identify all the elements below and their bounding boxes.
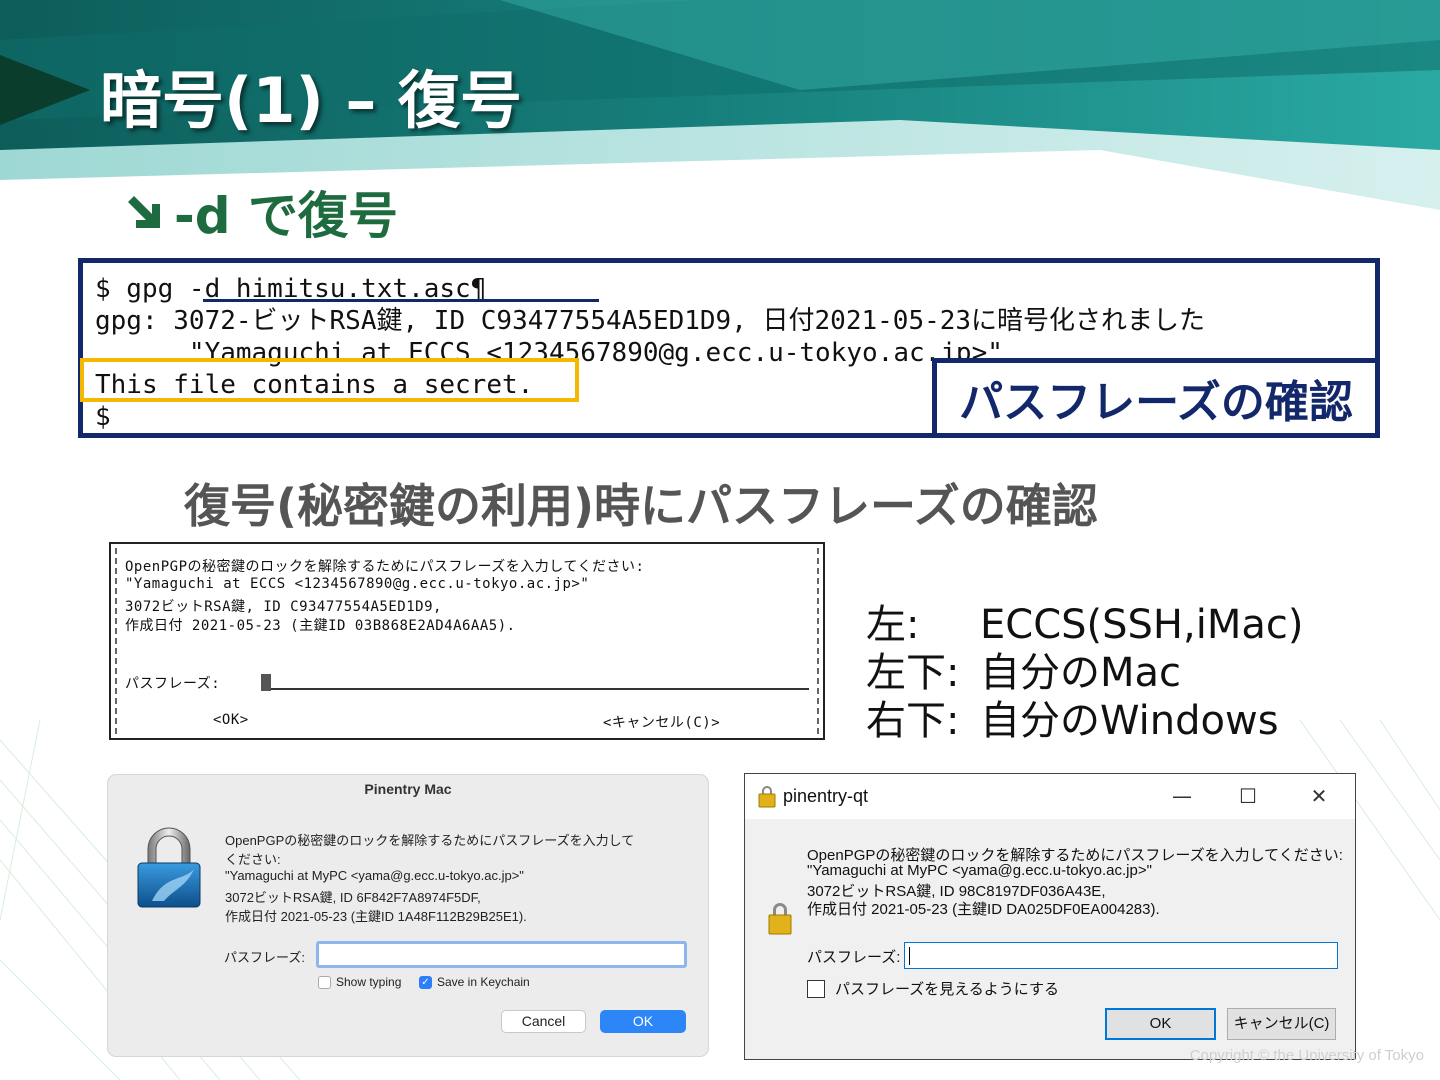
checkbox-unchecked [807, 979, 825, 998]
lock-icon [758, 786, 776, 808]
win-ok-button[interactable]: OK [1105, 1008, 1216, 1040]
curses-cursor [261, 674, 271, 691]
copyright: Copyright © the University of Tokyo [1189, 1047, 1424, 1064]
curses-cancel-button[interactable]: <キャンセル(C)> [603, 712, 720, 732]
info-row-bottom-right: 右下: 自分のWindows [866, 688, 1279, 746]
win-cancel-button[interactable]: キャンセル(C) [1227, 1008, 1336, 1040]
win-dialog-title: pinentry-qt [783, 786, 869, 806]
arrow-down-right-icon [128, 196, 160, 228]
subtitle: -d で復号 [174, 187, 398, 245]
mac-message-line: 3072ビットRSA鍵, ID 6F842F7A8974F5DF, [225, 890, 481, 905]
gpg-lock-icon [137, 827, 201, 908]
curses-line: 作成日付 2021-05-23 (主鍵ID 03B868E2AD4A6AA5). [125, 618, 516, 634]
curses-line: OpenPGPの秘密鍵のロックを解除するためにパスフレーズを入力してください: [125, 559, 645, 575]
info-label: 右下: [866, 698, 960, 744]
minimize-icon[interactable]: — [1162, 782, 1202, 810]
checkmark-icon: ✓ [419, 975, 432, 989]
passphrase-callout: パスフレーズの確認 [932, 358, 1380, 438]
mac-message-line: 作成日付 2021-05-23 (主鍵ID 1A48F112B29B25E1). [225, 909, 527, 924]
mac-pass-label: パスフレーズ: [224, 950, 305, 965]
mac-message-line: OpenPGPの秘密鍵のロックを解除するためにパスフレーズを入力して [225, 833, 635, 848]
mac-cancel-button[interactable]: Cancel [501, 1010, 586, 1033]
lock-icon [768, 903, 792, 935]
show-typing-label: Show typing [336, 975, 402, 989]
mac-pinentry-dialog: Pinentry Mac OpenPGPの秘密鍵のロックを解除するためにパスフレ… [108, 775, 708, 1056]
subtitle-row: -d で復号 [122, 182, 398, 245]
mac-dialog-title: Pinentry Mac [364, 781, 452, 797]
win-message-line: 作成日付 2021-05-23 (主鍵ID DA025DF0EA004283). [807, 901, 1160, 918]
curses-line: "Yamaguchi at ECCS <1234567890@g.ecc.u-t… [125, 576, 590, 592]
save-keychain-checkbox[interactable]: ✓ Save in Keychain [419, 975, 530, 989]
curses-line: 3072ビットRSA鍵, ID C93477554A5ED1D9, [125, 599, 442, 615]
terminal-line-prompt: $ [95, 402, 111, 432]
win-message-line: "Yamaguchi at MyPC <yama@g.ecc.u-tokyo.a… [807, 862, 1152, 879]
show-passphrase-label: パスフレーズを見えるようにする [835, 981, 1059, 998]
mac-message-line: "Yamaguchi at MyPC <yama@g.ecc.u-tokyo.a… [225, 868, 524, 883]
command-underline [203, 299, 599, 302]
mac-ok-button[interactable]: OK [600, 1010, 686, 1033]
windows-pinentry-dialog: pinentry-qt — ☐ ✕ OpenPGPの秘密鍵のロックを解除するため… [744, 773, 1356, 1060]
curses-pass-label: パスフレーズ: [125, 676, 221, 692]
section-heading: 復号(秘密鍵の利用)時にパスフレーズの確認 [184, 479, 1098, 533]
save-keychain-label: Save in Keychain [437, 975, 530, 989]
maximize-icon[interactable]: ☐ [1228, 782, 1268, 810]
win-pass-input[interactable] [904, 942, 1338, 969]
info-value: 自分のWindows [980, 698, 1279, 744]
win-titlebar[interactable]: pinentry-qt — ☐ ✕ [745, 774, 1355, 819]
show-typing-checkbox[interactable]: Show typing [318, 975, 401, 989]
checkbox-unchecked [318, 975, 331, 989]
curses-ok-button[interactable]: <OK> [213, 712, 249, 728]
terminal-line-info: gpg: 3072-ビットRSA鍵, ID C93477554A5ED1D9, … [95, 306, 1206, 336]
curses-pinentry-dialog: OpenPGPの秘密鍵のロックを解除するためにパスフレーズを入力してください: … [109, 542, 825, 740]
mac-message-line: ください: [225, 852, 281, 867]
mac-pass-input[interactable] [316, 941, 687, 968]
secret-highlight-box [80, 358, 579, 402]
text-caret [909, 947, 910, 965]
show-passphrase-checkbox[interactable]: パスフレーズを見えるようにする [807, 978, 1059, 999]
curses-pass-input[interactable] [261, 676, 809, 690]
close-icon[interactable]: ✕ [1299, 782, 1339, 810]
win-pass-label: パスフレーズ: [807, 949, 901, 966]
slide-title: 暗号(1) – 復号 [100, 64, 522, 137]
